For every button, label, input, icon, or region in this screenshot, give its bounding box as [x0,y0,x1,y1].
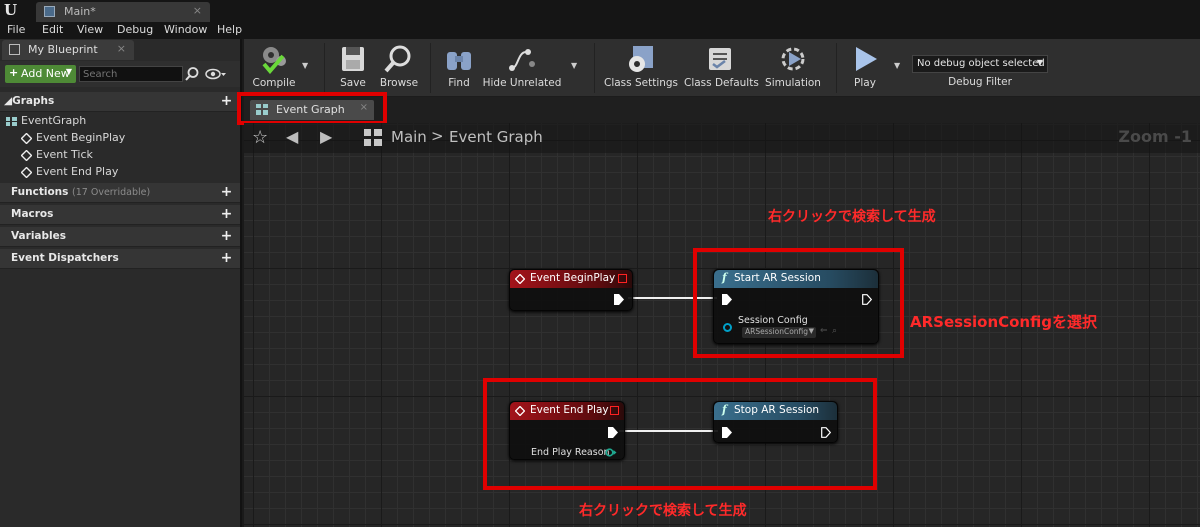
delegate-pin-icon[interactable] [618,274,627,283]
start-ar-session-highlight [693,248,904,358]
annotation-bottom: 右クリックで検索して生成 [579,503,747,519]
event-icon [515,274,525,284]
event-beginplay-node[interactable]: Event BeginPlay [509,269,633,311]
node-header: Event BeginPlay [510,270,632,288]
exec-output-pin[interactable] [614,294,624,305]
end-play-highlight [483,378,877,490]
annotation-right: ARSessionConfigを選択 [910,313,1097,331]
annotation-top: 右クリックで検索して生成 [768,209,936,225]
node-title: Event BeginPlay [530,272,616,284]
